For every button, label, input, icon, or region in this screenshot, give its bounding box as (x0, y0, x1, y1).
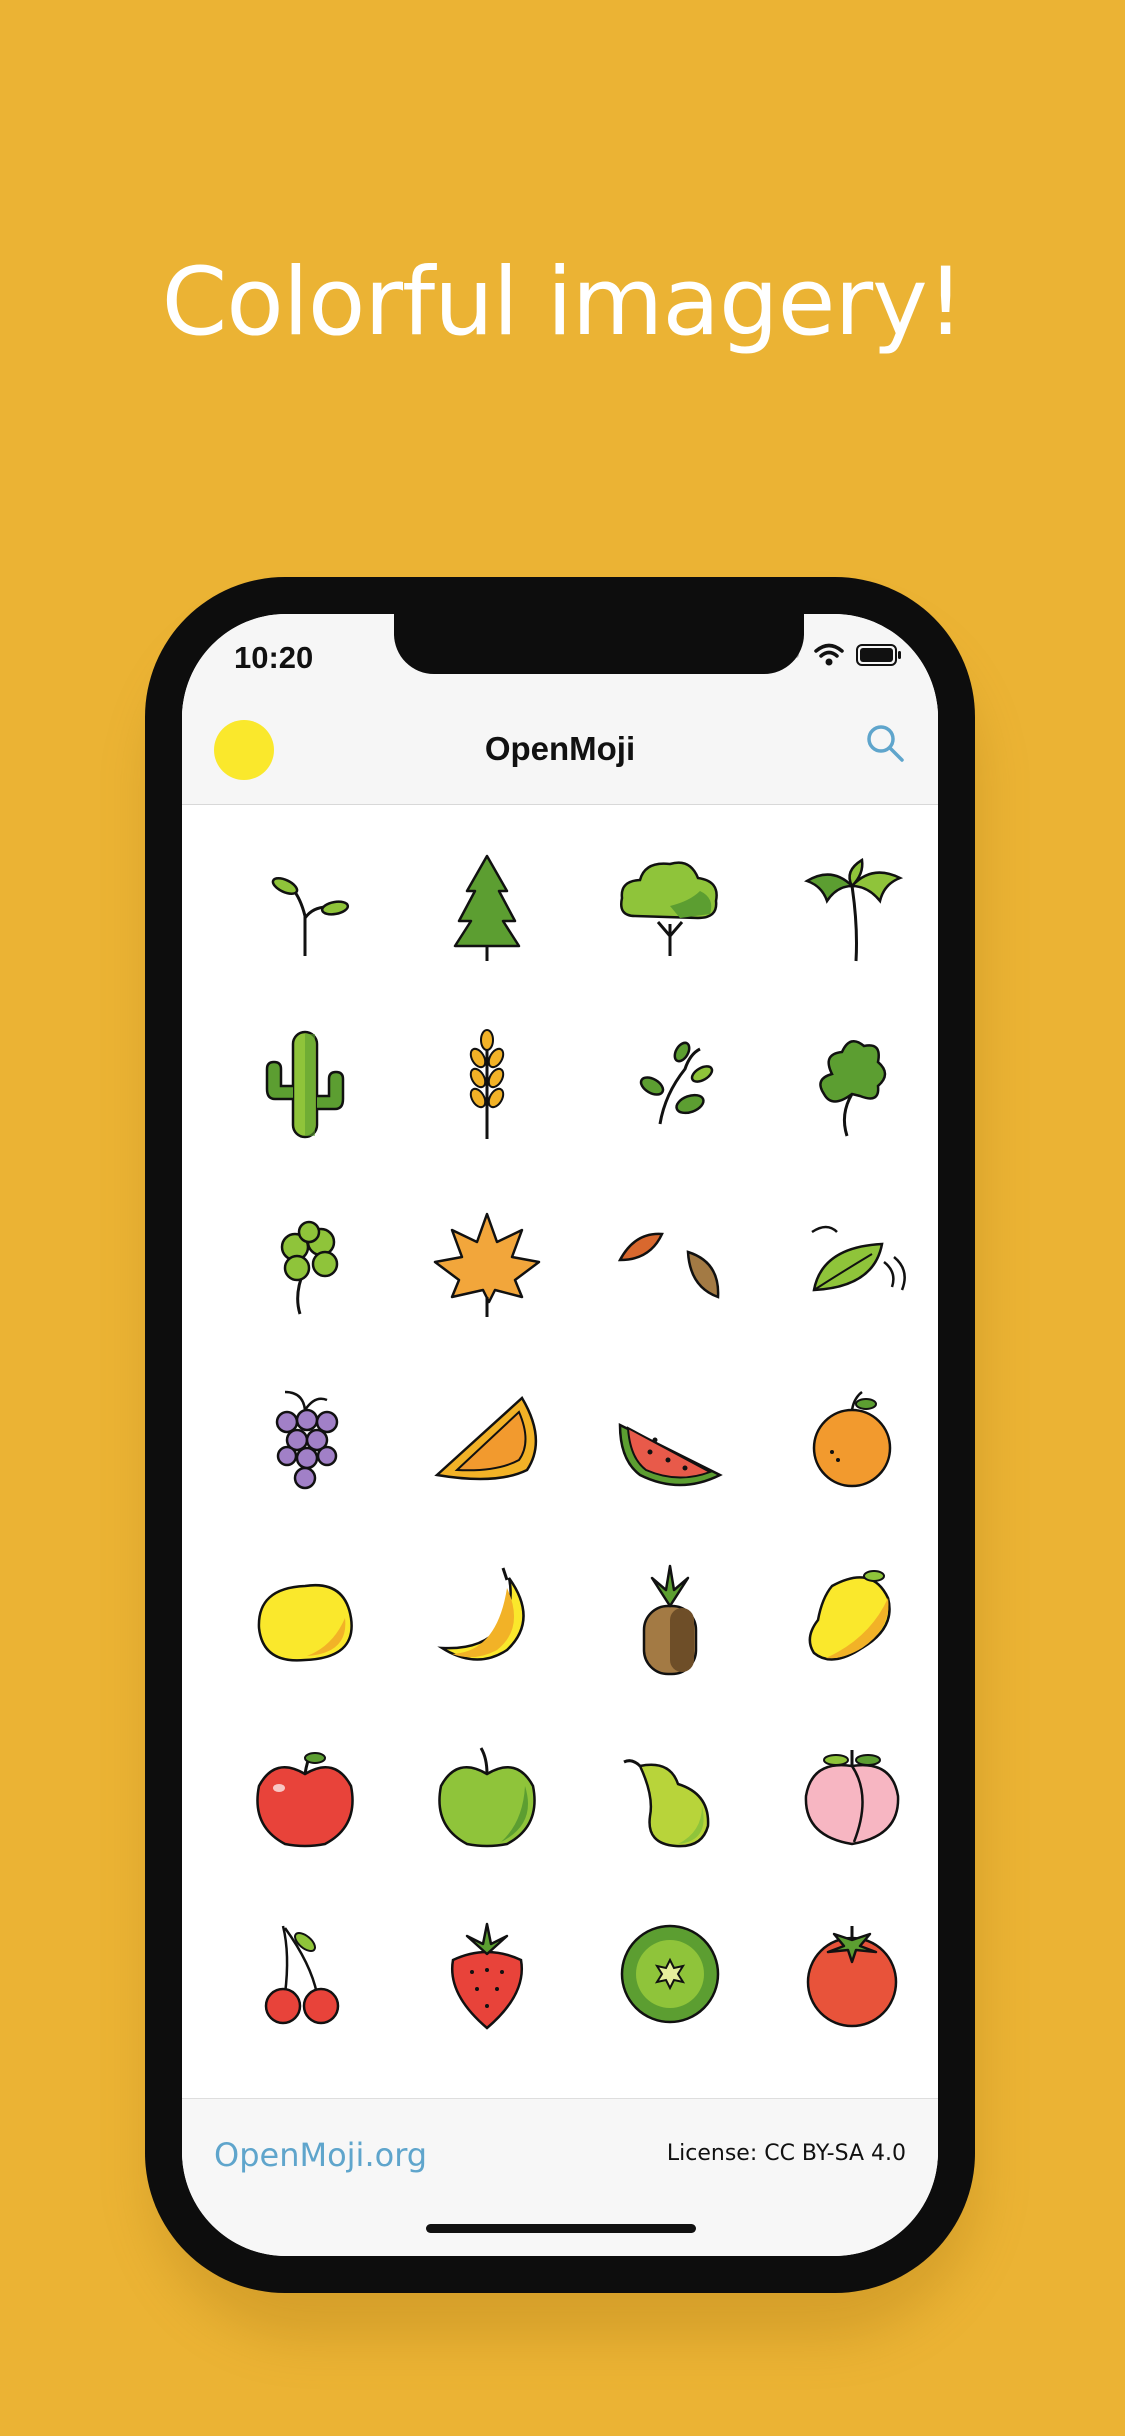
pear-icon[interactable] (610, 1736, 730, 1856)
evergreen-tree-icon[interactable] (427, 846, 547, 966)
strawberry-icon[interactable] (427, 1914, 547, 2034)
license-text: License: CC BY-SA 4.0 (666, 2141, 906, 2166)
grapes-icon[interactable] (245, 1380, 365, 1500)
openmoji-link[interactable]: OpenMoji.org (214, 2136, 427, 2174)
lemon-icon[interactable] (245, 1558, 365, 1678)
kiwi-fruit-icon[interactable] (610, 1914, 730, 2034)
watermelon-icon[interactable] (610, 1380, 730, 1500)
deciduous-tree-icon[interactable] (610, 846, 730, 966)
home-indicator[interactable] (426, 2224, 696, 2233)
red-apple-icon[interactable] (245, 1736, 365, 1856)
wifi-icon (814, 643, 844, 666)
mango-icon[interactable] (792, 1558, 912, 1678)
fallen-leaf-icon[interactable] (610, 1202, 730, 1322)
search-icon[interactable] (864, 722, 908, 766)
maple-leaf-icon[interactable] (427, 1202, 547, 1322)
tomato-icon[interactable] (792, 1914, 912, 2034)
shamrock-icon[interactable] (792, 1024, 912, 1144)
tangerine-icon[interactable] (792, 1380, 912, 1500)
nav-title: OpenMoji (484, 730, 636, 767)
cactus-icon[interactable] (245, 1024, 365, 1144)
battery-icon (856, 644, 901, 666)
melon-icon[interactable] (427, 1380, 547, 1500)
notch (394, 614, 804, 674)
headline: Colorful imagery! (161, 248, 965, 357)
herb-icon[interactable] (610, 1024, 730, 1144)
seedling-icon[interactable] (245, 846, 365, 966)
cherries-icon[interactable] (245, 1914, 365, 2034)
emoji-grid (182, 806, 938, 2096)
phone-frame: 10:20 OpenMoji OpenMoji.org License: CC … (145, 577, 975, 2293)
four-leaf-clover-icon[interactable] (245, 1202, 365, 1322)
banana-icon[interactable] (427, 1558, 547, 1678)
palm-tree-icon[interactable] (792, 846, 912, 966)
peach-icon[interactable] (792, 1736, 912, 1856)
green-apple-icon[interactable] (427, 1736, 547, 1856)
pineapple-icon[interactable] (610, 1558, 730, 1678)
status-time: 10:20 (234, 640, 314, 675)
phone-screen: 10:20 OpenMoji OpenMoji.org License: CC … (182, 614, 938, 2256)
sheaf-of-rice-icon[interactable] (427, 1024, 547, 1144)
leaf-fluttering-in-wind-icon[interactable] (792, 1202, 912, 1322)
